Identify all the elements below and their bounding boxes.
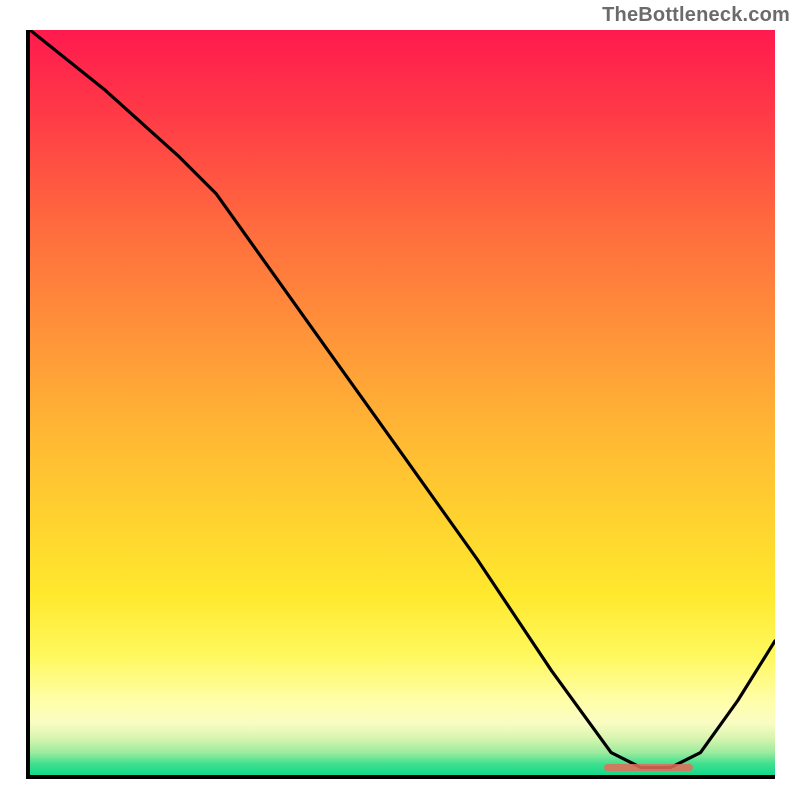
chart-container: TheBottleneck.com xyxy=(0,0,800,800)
attribution-text: TheBottleneck.com xyxy=(602,4,790,27)
plot-frame xyxy=(22,26,779,783)
plot-area xyxy=(26,30,775,779)
optimal-range-marker xyxy=(604,764,693,771)
bottleneck-curve xyxy=(30,30,775,775)
